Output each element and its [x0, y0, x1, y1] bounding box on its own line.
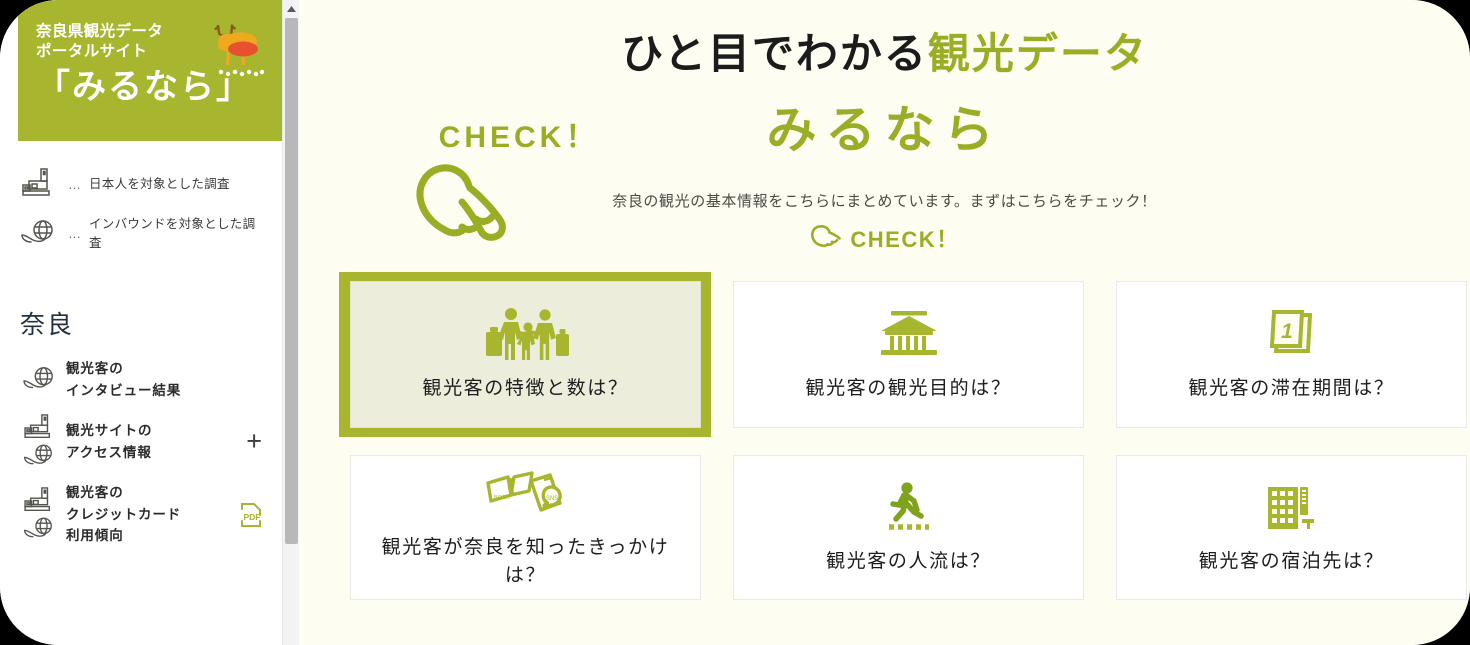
sidebar-item-credit-card[interactable]: 観光客の クレジットカード 利用傾向 PDF — [0, 476, 282, 554]
pointing-hand-icon — [809, 224, 843, 252]
legend-list: … 日本人を対象とした調査 … インバウンドを対象とした調査 — [0, 160, 282, 260]
legend-dots: … — [68, 176, 81, 192]
page-title-green: 観光データ — [927, 32, 1148, 78]
hotel-building-icon — [1264, 480, 1320, 536]
card-wrapper-selected[interactable]: 観光客の特徴と数は？ — [339, 272, 711, 437]
pdf-file-icon[interactable]: PDF — [238, 500, 266, 530]
card-accommodation[interactable]: 観光客の宿泊先は？ — [1116, 455, 1467, 600]
sidebar-section-title: 奈良 — [20, 312, 75, 339]
card-tourist-profile[interactable]: 観光客の特徴と数は？ — [350, 281, 701, 428]
chevron-up-icon[interactable] — [283, 0, 300, 17]
check-callout: CHECK！ — [409, 112, 629, 258]
legend-item-inbound: … インバウンドを対象とした調査 — [0, 208, 282, 260]
nav-label-line: クレジットカード — [66, 506, 182, 522]
card-caption: 観光客の宿泊先は？ — [1198, 550, 1385, 572]
sidebar: 奈良県観光データ ポータルサイト 「みるなら」 … 日本人を対象とした調査 … … — [0, 0, 282, 645]
site-brand-header[interactable]: 奈良県観光データ ポータルサイト 「みるなら」 — [18, 0, 282, 141]
sidebar-item-label: 観光客の インタビュー結果 — [66, 358, 266, 402]
card-caption: 観光客の人流は？ — [826, 550, 991, 572]
buddha-statue-icon — [21, 486, 59, 515]
globe-hand-icon — [14, 365, 66, 395]
svg-text:PDF: PDF — [244, 512, 261, 522]
buddha-statue-icon — [18, 167, 60, 201]
sidebar-item-interview[interactable]: 観光客の インタビュー結果 — [0, 352, 282, 408]
card-stay-duration[interactable]: 1 観光客の滞在期間は？ — [1116, 281, 1467, 428]
card-caption: 観光客の観光目的は？ — [805, 377, 1012, 399]
sidebar-item-label: 観光サイトの アクセス情報 — [66, 420, 242, 464]
card-awareness-source[interactable]: SNS BOOK 観光客が奈良を知ったきっかけは？ — [350, 455, 701, 600]
globe-hand-icon — [18, 218, 60, 250]
card-wrapper[interactable]: SNS BOOK 観光客が奈良を知ったきっかけは？ — [339, 446, 711, 609]
check-label: CHECK！ — [850, 227, 960, 252]
nav-label-line: 観光客の — [66, 484, 124, 500]
svg-text:1: 1 — [1281, 320, 1293, 343]
globe-hand-icon — [21, 443, 59, 470]
temple-icon — [877, 307, 941, 363]
card-caption: 観光客の滞在期間は？ — [1188, 377, 1395, 399]
card-grid: 観光客の特徴と数は？ 観光客の観光目的は？ 1 観光客の滞在期間は？ SNS B… — [339, 272, 1467, 609]
svg-text:SNS: SNS — [545, 496, 557, 502]
page-title-dark: ひと目でわかる — [621, 32, 928, 78]
legend-item-domestic: … 日本人を対象とした調査 — [0, 160, 282, 208]
card-wrapper[interactable]: 観光客の人流は？ — [722, 446, 1094, 609]
page-title: ひと目でわかる観光データ — [299, 20, 1470, 81]
nav-label-line: 観光客の — [66, 361, 124, 376]
sidebar-nav: 観光客の インタビュー結果 観光サイトの アクセス情報 + 観光客の クレジット… — [0, 352, 282, 553]
card-wrapper[interactable]: 観光客の観光目的は？ — [722, 272, 1094, 437]
card-wrapper[interactable]: 1 観光客の滞在期間は？ — [1105, 272, 1470, 437]
nav-label-line: インタビュー結果 — [66, 382, 182, 398]
card-caption: 観光客の特徴と数は？ — [422, 377, 629, 399]
calendar-day-1-icon: 1 — [1267, 307, 1317, 363]
svg-text:BOOK: BOOK — [494, 495, 510, 501]
nav-label-line: 観光サイトの — [66, 422, 153, 438]
sidebar-item-label: 観光客の クレジットカード 利用傾向 — [66, 482, 238, 548]
pointing-hand-down-icon — [409, 162, 629, 258]
book-and-smartphone-icon: SNS BOOK — [484, 466, 568, 522]
nav-label-line: 利用傾向 — [66, 528, 124, 544]
buddha-statue-icon — [21, 413, 59, 442]
callout-label: CHECK！ — [438, 121, 600, 154]
main-content: ひと目でわかる観光データ みるなら 奈良の観光の基本情報をこちらにまとめています… — [299, 0, 1470, 645]
card-caption: 観光客が奈良を知ったきっかけは？ — [381, 536, 670, 586]
card-wrapper[interactable]: 観光客の宿泊先は？ — [1105, 446, 1470, 609]
sidebar-scrollbar[interactable] — [282, 0, 299, 645]
legend-dots: … — [68, 226, 81, 242]
scroll-thumb[interactable] — [285, 18, 298, 544]
deer-icon — [214, 24, 265, 77]
card-tourism-purpose[interactable]: 観光客の観光目的は？ — [733, 281, 1084, 428]
card-people-flow[interactable]: 観光客の人流は？ — [733, 455, 1084, 600]
sidebar-item-site-access[interactable]: 観光サイトの アクセス情報 + — [0, 408, 282, 476]
globe-hand-icon — [21, 516, 59, 543]
nav-label-line: アクセス情報 — [66, 444, 152, 460]
legend-label-inbound: インバウンドを対象とした調査 — [89, 217, 256, 250]
expand-toggle-plus-icon[interactable]: + — [242, 428, 266, 455]
family-with-luggage-icon — [480, 307, 572, 363]
walking-person-icon — [881, 480, 937, 536]
legend-label-domestic: 日本人を対象とした調査 — [89, 176, 230, 191]
page-root: 奈良県観光データ ポータルサイト 「みるなら」 … 日本人を対象とした調査 … … — [0, 0, 1470, 645]
